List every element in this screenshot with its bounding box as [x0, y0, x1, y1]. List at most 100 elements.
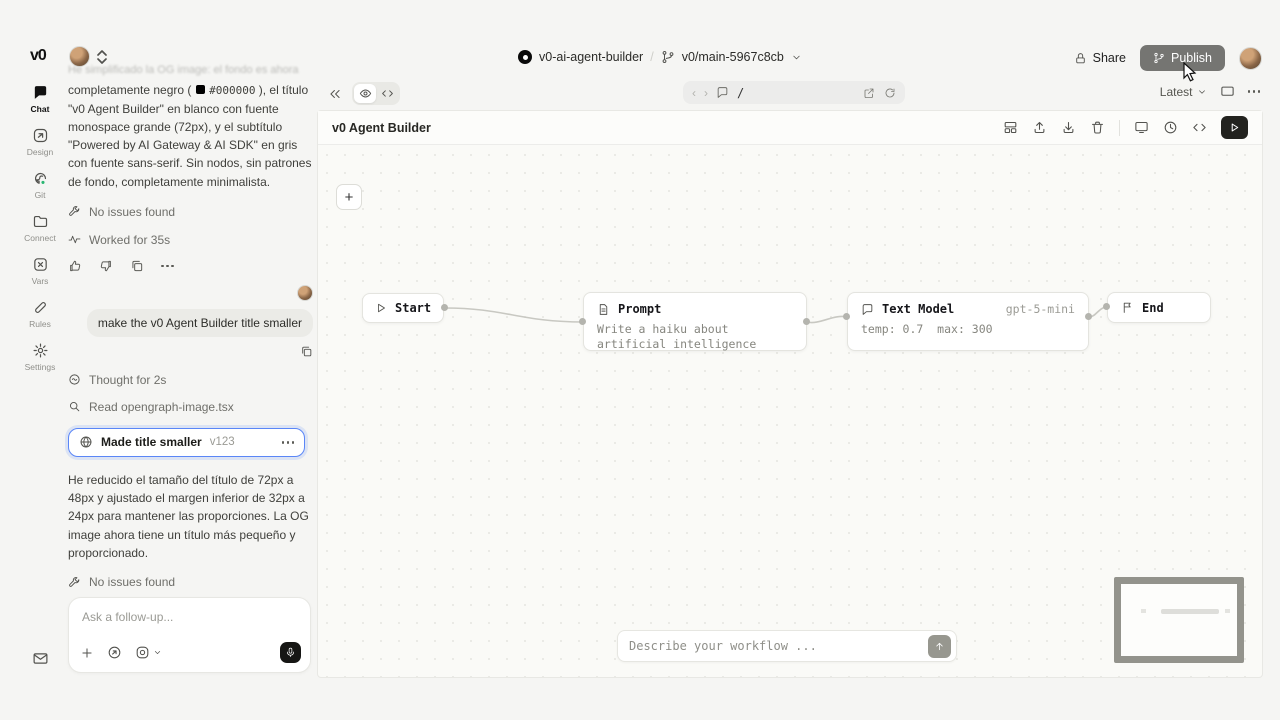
port-end-in[interactable]: [1103, 303, 1110, 310]
minimap-node: [1225, 609, 1230, 613]
workspace-switcher-icon[interactable]: [96, 49, 108, 65]
trash-icon[interactable]: [1090, 120, 1105, 135]
chat-bubble-icon: [32, 84, 49, 101]
code-toggle[interactable]: [376, 84, 398, 103]
port-start-out[interactable]: [441, 304, 448, 311]
collapse-panel-icon[interactable]: [328, 87, 342, 101]
chat-panel: He simplificado la OG image: el fondo es…: [68, 64, 313, 643]
url-path[interactable]: /: [737, 86, 744, 100]
version-select[interactable]: Latest: [1160, 85, 1207, 99]
end-node[interactable]: End: [1107, 292, 1211, 323]
sidebar-label: Design: [27, 147, 53, 157]
workflow-prompt-bar[interactable]: [617, 630, 957, 662]
color-code: #000000: [209, 84, 255, 97]
v0-logo[interactable]: v0: [30, 47, 46, 65]
node-body: temp: 0.7 max: 300: [861, 322, 1075, 337]
prompt-node[interactable]: Prompt Write a haiku about artificial in…: [583, 292, 807, 351]
sidebar-item-design[interactable]: Design: [16, 127, 64, 157]
left-rail: Chat Design Git Connect Vars Rules Setti…: [16, 84, 64, 372]
mention-icon: [135, 645, 150, 660]
workflow-send-button[interactable]: [928, 635, 951, 658]
layout-icon[interactable]: [1003, 120, 1018, 135]
sidebar-item-git[interactable]: Git: [16, 170, 64, 200]
no-issues-row: No issues found: [68, 575, 313, 589]
run-workflow-button[interactable]: [1221, 116, 1248, 139]
design-icon: [32, 127, 49, 144]
color-swatch-black: [196, 85, 205, 94]
share-label: Share: [1093, 51, 1126, 65]
refresh-icon[interactable]: [884, 87, 896, 99]
sidebar-item-chat[interactable]: Chat: [16, 84, 64, 114]
sidebar-item-settings[interactable]: Settings: [16, 342, 64, 372]
sidebar-item-vars[interactable]: Vars: [16, 256, 64, 286]
upload-icon[interactable]: [1032, 120, 1047, 135]
history-clock-icon[interactable]: [1163, 120, 1178, 135]
monitor-icon[interactable]: [1134, 120, 1149, 135]
thumbs-down-icon[interactable]: [99, 259, 113, 273]
version-more-icon[interactable]: [282, 441, 295, 444]
download-icon[interactable]: [1061, 120, 1076, 135]
thumbs-up-icon[interactable]: [68, 259, 82, 273]
preview-eye-toggle[interactable]: [354, 84, 376, 103]
version-card[interactable]: Made title smaller v123: [68, 428, 305, 457]
attach-plus-icon[interactable]: [80, 646, 94, 660]
deploy-icon[interactable]: [107, 645, 122, 660]
branch-name[interactable]: v0/main-5967c8cb: [682, 50, 784, 64]
sidebar-item-rules[interactable]: Rules: [16, 299, 64, 329]
git-branch-icon: [661, 50, 675, 64]
device-icon[interactable]: [1220, 84, 1235, 99]
sidebar-item-connect[interactable]: Connect: [16, 213, 64, 243]
play-icon: [375, 302, 387, 314]
mic-button[interactable]: [280, 642, 301, 663]
more-actions-icon[interactable]: [161, 265, 174, 268]
preview-url-bar[interactable]: ‹ › /: [683, 81, 905, 104]
node-title: Text Model: [882, 302, 954, 316]
start-node[interactable]: Start: [362, 293, 444, 323]
rules-clip-icon: [32, 299, 49, 316]
user-avatar[interactable]: [1239, 47, 1262, 70]
version-card-title: Made title smaller: [101, 435, 202, 449]
port-prompt-in[interactable]: [579, 318, 586, 325]
open-external-icon[interactable]: [863, 87, 875, 99]
source-select[interactable]: [135, 645, 162, 660]
version-badge: v123: [210, 436, 235, 448]
user-avatar-small: [297, 285, 313, 301]
assistant-message-2: He reducido el tamaño del título de 72px…: [68, 471, 313, 562]
feedback-row: [68, 259, 313, 273]
more-options-icon[interactable]: [1248, 90, 1261, 93]
brain-icon: [68, 373, 81, 386]
port-prompt-out[interactable]: [803, 318, 810, 325]
copy-icon[interactable]: [300, 345, 313, 358]
user-message-bubble: make the v0 Agent Builder title smaller: [87, 309, 313, 337]
comment-bubble-icon[interactable]: [716, 86, 729, 99]
breadcrumb-separator: /: [650, 50, 653, 64]
project-name[interactable]: v0-ai-agent-builder: [539, 50, 643, 64]
chat-composer[interactable]: [68, 597, 311, 673]
share-button[interactable]: Share: [1074, 51, 1126, 65]
add-node-button[interactable]: +: [336, 184, 362, 210]
text-model-node[interactable]: Text Model gpt-5-mini temp: 0.7 max: 300: [847, 292, 1089, 351]
copy-icon[interactable]: [130, 259, 144, 273]
port-model-in[interactable]: [843, 313, 850, 320]
wrench-icon: [68, 205, 81, 218]
faded-scrolled-text: He simplificado la OG image: el fondo es…: [68, 64, 313, 76]
message-square-icon: [861, 303, 874, 316]
worked-for-row[interactable]: Worked for 35s: [68, 233, 313, 247]
port-model-out[interactable]: [1085, 313, 1092, 320]
mail-icon[interactable]: [32, 650, 49, 667]
thought-row[interactable]: Thought for 2s: [68, 373, 313, 387]
code-icon: [381, 87, 394, 100]
nav-back-icon[interactable]: ‹: [692, 86, 696, 100]
globe-icon: [79, 435, 93, 449]
code-icon[interactable]: [1192, 120, 1207, 135]
chevron-down-icon[interactable]: [791, 52, 802, 63]
node-body: Write a haiku about artificial intellige…: [597, 322, 793, 352]
read-file-row[interactable]: Read opengraph-image.tsx: [68, 400, 313, 414]
sidebar-label: Connect: [24, 233, 56, 243]
follow-up-input[interactable]: [82, 610, 282, 624]
workflow-input[interactable]: [629, 639, 879, 653]
arrow-up-icon: [934, 641, 945, 652]
canvas-minimap[interactable]: [1114, 577, 1244, 663]
connect-folder-icon: [32, 213, 49, 230]
nav-forward-icon[interactable]: ›: [704, 86, 708, 100]
